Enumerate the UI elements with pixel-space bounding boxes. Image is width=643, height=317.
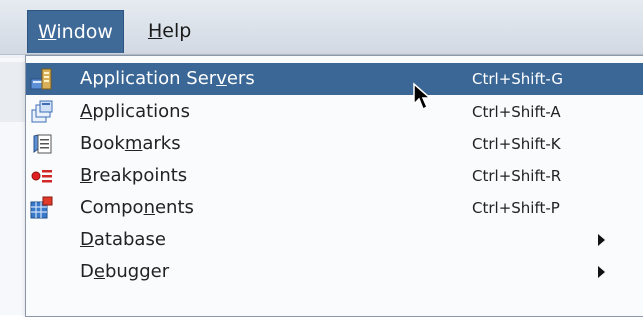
- menu-item-label: Debugger: [80, 261, 170, 282]
- menu-item-applications[interactable]: Applications Ctrl+Shift-A: [26, 96, 643, 128]
- mouse-pointer-icon: [413, 82, 432, 111]
- mnemonic: W: [38, 21, 57, 43]
- shortcut-label: Ctrl+Shift-R: [472, 167, 562, 185]
- shortcut-label: Ctrl+Shift-G: [472, 70, 563, 88]
- application-servers-icon: [30, 68, 52, 90]
- menu-item-label: Application Servers: [80, 68, 255, 89]
- submenu-arrow-icon: [598, 234, 605, 246]
- menu-item-components[interactable]: Components Ctrl+Shift-P: [26, 192, 643, 224]
- menu-bar: Window Help: [0, 0, 643, 55]
- menu-item-breakpoints[interactable]: Breakpoints Ctrl+Shift-R: [26, 160, 643, 192]
- menu-item-application-servers[interactable]: Application Servers Ctrl+Shift-G: [26, 63, 643, 95]
- shortcut-label: Ctrl+Shift-A: [472, 103, 561, 121]
- components-icon: [30, 196, 53, 219]
- window-menu-dropdown: Application Servers Ctrl+Shift-G Applica…: [25, 55, 643, 317]
- menu-window[interactable]: Window: [27, 10, 124, 53]
- applications-icon: [31, 100, 53, 123]
- menu-item-debugger[interactable]: Debugger: [26, 256, 643, 288]
- mnemonic: H: [148, 20, 163, 42]
- menu-item-label: Breakpoints: [80, 165, 188, 186]
- menu-item-label: Bookmarks: [80, 133, 181, 154]
- menu-item-bookmarks[interactable]: Bookmarks Ctrl+Shift-K: [26, 128, 643, 160]
- menu-item-label: Database: [80, 229, 166, 250]
- shortcut-label: Ctrl+Shift-P: [472, 199, 560, 217]
- menu-item-label: Applications: [80, 101, 190, 122]
- bookmarks-icon: [33, 134, 52, 154]
- menu-item-database[interactable]: Database: [26, 224, 643, 256]
- shortcut-label: Ctrl+Shift-K: [472, 135, 561, 153]
- menu-help[interactable]: Help: [138, 10, 201, 52]
- menu-item-label: Components: [80, 197, 194, 218]
- submenu-arrow-icon: [598, 266, 605, 278]
- breakpoints-icon: [31, 170, 52, 183]
